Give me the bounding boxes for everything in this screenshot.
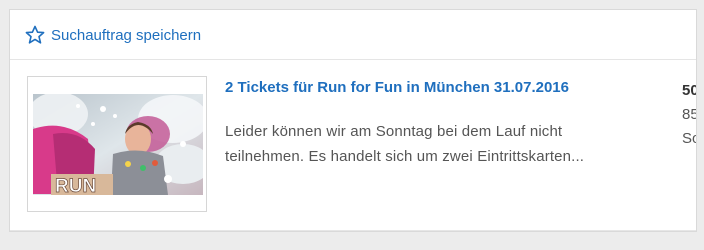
search-result-panel: Suchauftrag speichern RUN 2 Tickets für …: [9, 9, 697, 232]
listing-photo: RUN: [33, 94, 203, 195]
listing-thumbnail[interactable]: RUN: [27, 76, 207, 212]
divider: [10, 59, 696, 60]
listing-price: 50: [682, 82, 696, 99]
listing-description: Leider können wir am Sonntag bei dem Lau…: [225, 123, 585, 165]
run-sign-text: RUN: [55, 176, 96, 195]
listing-location: 85: [682, 106, 696, 123]
listing-title-link[interactable]: 2 Tickets für Run for Fun in München 31.…: [225, 79, 569, 96]
listing-side-info: 50 85 So: [682, 79, 696, 151]
save-search-label: Suchauftrag speichern: [51, 26, 202, 44]
next-result-edge: [10, 230, 696, 231]
listing-date: So: [682, 130, 696, 147]
star-outline-icon: [25, 25, 45, 44]
save-search-button[interactable]: Suchauftrag speichern: [25, 25, 201, 45]
